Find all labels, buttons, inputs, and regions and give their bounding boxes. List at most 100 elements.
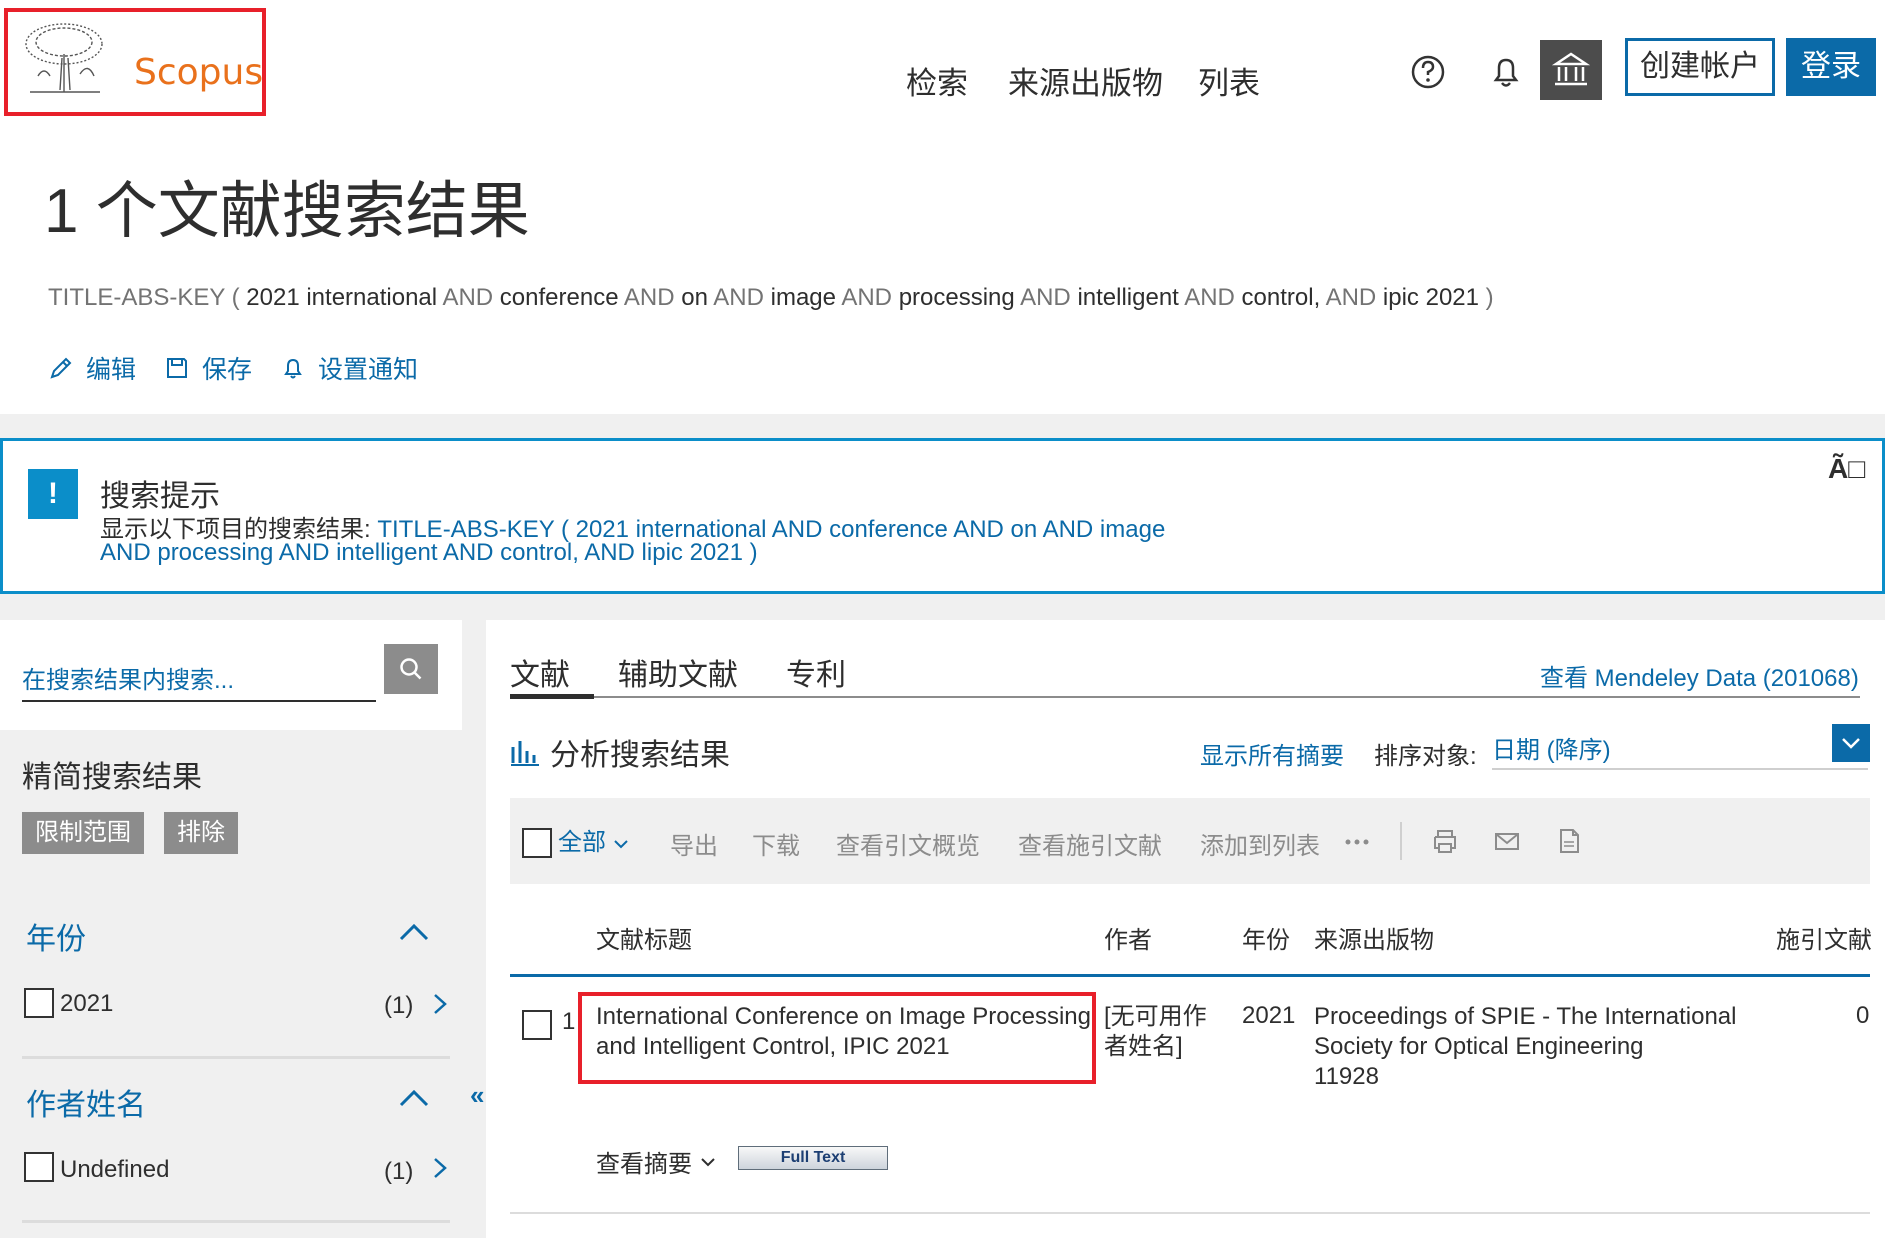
exclude-button[interactable]: 排除	[164, 812, 238, 854]
chevron-up-icon[interactable]	[398, 1088, 430, 1108]
nav-sources[interactable]: 来源出版物	[1008, 58, 1163, 103]
facet-divider	[22, 1056, 450, 1059]
search-within-input[interactable]	[22, 662, 376, 702]
column-header-source[interactable]: 来源出版物	[1314, 920, 1434, 955]
search-within-button[interactable]	[384, 644, 438, 694]
info-exclamation-icon: !	[28, 469, 78, 519]
facet-author-checkbox[interactable]	[24, 1152, 54, 1182]
result-author: [无可用作者姓名]	[1104, 1003, 1207, 1060]
column-header-authors[interactable]: 作者	[1104, 920, 1152, 955]
bell-icon	[284, 358, 302, 379]
facet-year-title[interactable]: 年份	[26, 914, 86, 958]
select-all-dropdown[interactable]: 全部	[558, 822, 629, 857]
chevron-right-icon[interactable]	[432, 1156, 448, 1180]
institution-icon	[1551, 52, 1591, 86]
bar-chart-icon	[511, 741, 539, 766]
set-alert-link[interactable]: 设置通知	[280, 350, 418, 386]
create-account-button[interactable]: 创建帐户	[1625, 38, 1775, 96]
query-operator: AND	[1184, 284, 1242, 311]
login-button[interactable]: 登录	[1786, 38, 1876, 96]
facet-year-checkbox[interactable]	[24, 988, 54, 1018]
tabs-divider	[510, 696, 1860, 698]
analyze-results-link[interactable]: 分析搜索结果	[510, 730, 730, 774]
refine-results-title: 精简搜索结果	[22, 761, 202, 794]
results-panel: 文献 辅助文献 专利 查看 Mendeley Data (201068) 分析搜…	[486, 620, 1885, 1238]
export-button[interactable]: 导出	[670, 826, 718, 861]
facet-author-title[interactable]: 作者姓名	[26, 1080, 146, 1124]
select-all-checkbox[interactable]	[522, 828, 552, 858]
pdf-icon[interactable]	[1554, 826, 1584, 856]
save-icon	[167, 358, 187, 378]
citation-overview-button[interactable]: 查看引文概览	[836, 826, 980, 861]
active-tab-indicator	[510, 694, 594, 699]
query-operator: AND	[623, 284, 682, 311]
search-query-string: TITLE-ABS-KEY ( 2021 international AND c…	[48, 284, 1494, 312]
institution-button[interactable]	[1540, 40, 1602, 100]
tip-query-link-2[interactable]: AND processing AND intelligent AND contr…	[100, 539, 758, 567]
print-icon[interactable]	[1430, 826, 1460, 856]
tab-secondary-documents[interactable]: 辅助文献	[618, 650, 738, 694]
chevron-down-icon	[701, 1157, 715, 1166]
nav-lists[interactable]: 列表	[1198, 58, 1260, 103]
facet-author-item: Undefined	[60, 1156, 170, 1183]
search-within-card	[0, 620, 462, 730]
tab-patents[interactable]: 专利	[786, 650, 846, 694]
help-icon[interactable]	[1406, 50, 1450, 94]
limit-to-button[interactable]: 限制范围	[22, 812, 144, 854]
notification-bell-icon[interactable]	[1484, 50, 1528, 94]
facet-author-count: (1)	[384, 1158, 414, 1185]
query-term: on	[681, 284, 714, 311]
add-to-list-button[interactable]: 添加到列表	[1200, 826, 1320, 861]
show-all-abstracts-link[interactable]: 显示所有摘要	[1200, 736, 1344, 771]
scopus-logo-text[interactable]: Scopus	[134, 52, 263, 93]
result-title-link[interactable]: International Conference on Image Proces…	[596, 1002, 1096, 1062]
edit-label: 编辑	[86, 356, 137, 384]
download-button[interactable]: 下载	[752, 826, 800, 861]
tab-documents[interactable]: 文献	[510, 650, 570, 694]
result-row-checkbox[interactable]	[522, 1010, 552, 1040]
query-operator: AND	[1020, 284, 1078, 311]
collapse-sidebar-icon[interactable]: «	[470, 1080, 484, 1111]
facet-year-count: (1)	[384, 992, 414, 1019]
facet-divider	[22, 1220, 450, 1223]
view-abstract-toggle[interactable]: 查看摘要	[596, 1144, 716, 1179]
query-operator: AND	[1325, 284, 1383, 311]
query-operator: AND	[713, 284, 771, 311]
analyze-label: 分析搜索结果	[550, 739, 730, 772]
page-title: 1 个文献搜索结果	[44, 177, 530, 246]
result-year: 2021	[1242, 1002, 1296, 1029]
query-field-prefix: TITLE-ABS-KEY (	[48, 284, 247, 311]
result-cited-by-count[interactable]: 0	[1856, 1002, 1869, 1030]
tip-close-button[interactable]: Ã□	[1828, 453, 1865, 485]
column-header-title[interactable]: 文献标题	[596, 920, 692, 955]
result-source-title: Proceedings of SPIE - The International …	[1314, 1003, 1737, 1060]
sort-label: 排序对象:	[1374, 743, 1477, 770]
chevron-right-icon[interactable]	[432, 992, 448, 1016]
more-options-icon[interactable]	[1342, 826, 1372, 856]
cited-by-button[interactable]: 查看施引文献	[1018, 826, 1162, 861]
alert-label: 设置通知	[318, 356, 419, 384]
column-header-cited-by[interactable]: 施引文献	[1776, 920, 1872, 955]
email-icon[interactable]	[1492, 826, 1522, 856]
full-text-button[interactable]: Full Text	[738, 1146, 888, 1170]
sort-select-value[interactable]: 日期 (降序)	[1492, 730, 1611, 765]
query-field-suffix: )	[1485, 284, 1494, 311]
chevron-up-icon[interactable]	[398, 922, 430, 942]
result-source[interactable]: Proceedings of SPIE - The International …	[1314, 1002, 1754, 1092]
query-term: intelligent	[1077, 284, 1185, 311]
query-operator: AND	[841, 284, 899, 311]
query-term: processing	[898, 284, 1021, 311]
column-header-year[interactable]: 年份	[1242, 920, 1290, 955]
results-toolbar: 全部 导出 下载 查看引文概览 查看施引文献 添加到列表	[510, 798, 1870, 884]
sort-dropdown-button[interactable]	[1832, 724, 1870, 762]
nav-search[interactable]: 检索	[906, 58, 968, 103]
save-label: 保存	[202, 356, 253, 384]
save-search-link[interactable]: 保存	[164, 350, 252, 386]
edit-search-link[interactable]: 编辑	[48, 350, 136, 386]
mendeley-data-link[interactable]: 查看 Mendeley Data (201068)	[1540, 658, 1859, 693]
chevron-down-icon	[1842, 738, 1860, 749]
pencil-icon	[50, 357, 72, 379]
sort-select-underline	[1492, 768, 1868, 770]
toolbar-separator	[1400, 822, 1402, 860]
chevron-down-icon	[613, 840, 628, 849]
